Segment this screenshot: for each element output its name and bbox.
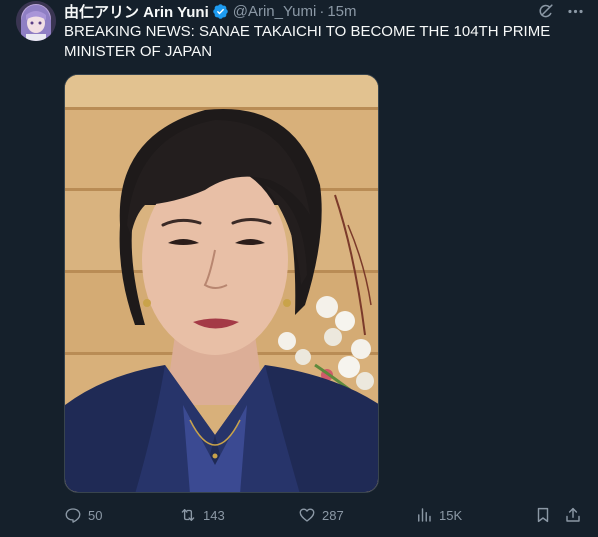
repost-icon — [181, 509, 195, 521]
tweet-media-photo[interactable] — [64, 74, 379, 493]
tweet-text: BREAKING NEWS: SANAE TAKAICHI TO BECOME … — [64, 23, 551, 60]
repost-button[interactable]: 143 — [179, 505, 225, 525]
separator-dot: · — [319, 2, 325, 20]
tweet-actions: 50 143 287 15K — [64, 505, 584, 525]
views-icon — [418, 508, 431, 522]
like-button[interactable]: 287 — [298, 505, 344, 525]
views-count: 15K — [439, 507, 463, 523]
like-count: 287 — [322, 507, 344, 523]
tweet-card[interactable]: 由仁アリン Arin Yuni @Arin_Yumi · 15m BREAKIN… — [0, 0, 598, 537]
avatar[interactable] — [16, 1, 56, 41]
tweet-header: 由仁アリン Arin Yuni @Arin_Yumi · 15m — [64, 1, 357, 22]
verified-badge-icon — [212, 3, 229, 20]
photo-image — [65, 75, 378, 492]
handle[interactable]: @Arin_Yumi — [233, 3, 317, 20]
display-name[interactable]: 由仁アリン Arin Yuni — [64, 1, 209, 22]
bookmark-button[interactable] — [534, 505, 552, 525]
heart-icon — [299, 508, 315, 522]
avatar-image — [16, 1, 56, 41]
timestamp[interactable]: 15m — [327, 3, 356, 20]
share-icon — [566, 507, 580, 522]
share-button[interactable] — [564, 505, 582, 525]
more-icon[interactable] — [564, 0, 586, 22]
bookmark-icon — [537, 507, 549, 523]
repost-count: 143 — [203, 507, 225, 523]
reply-icon — [65, 508, 81, 523]
views-button[interactable]: 15K — [415, 505, 462, 525]
reply-button[interactable]: 50 — [64, 505, 102, 525]
grok-icon[interactable] — [534, 0, 556, 22]
tweet-top-actions — [534, 0, 586, 22]
reply-count: 50 — [88, 507, 103, 523]
